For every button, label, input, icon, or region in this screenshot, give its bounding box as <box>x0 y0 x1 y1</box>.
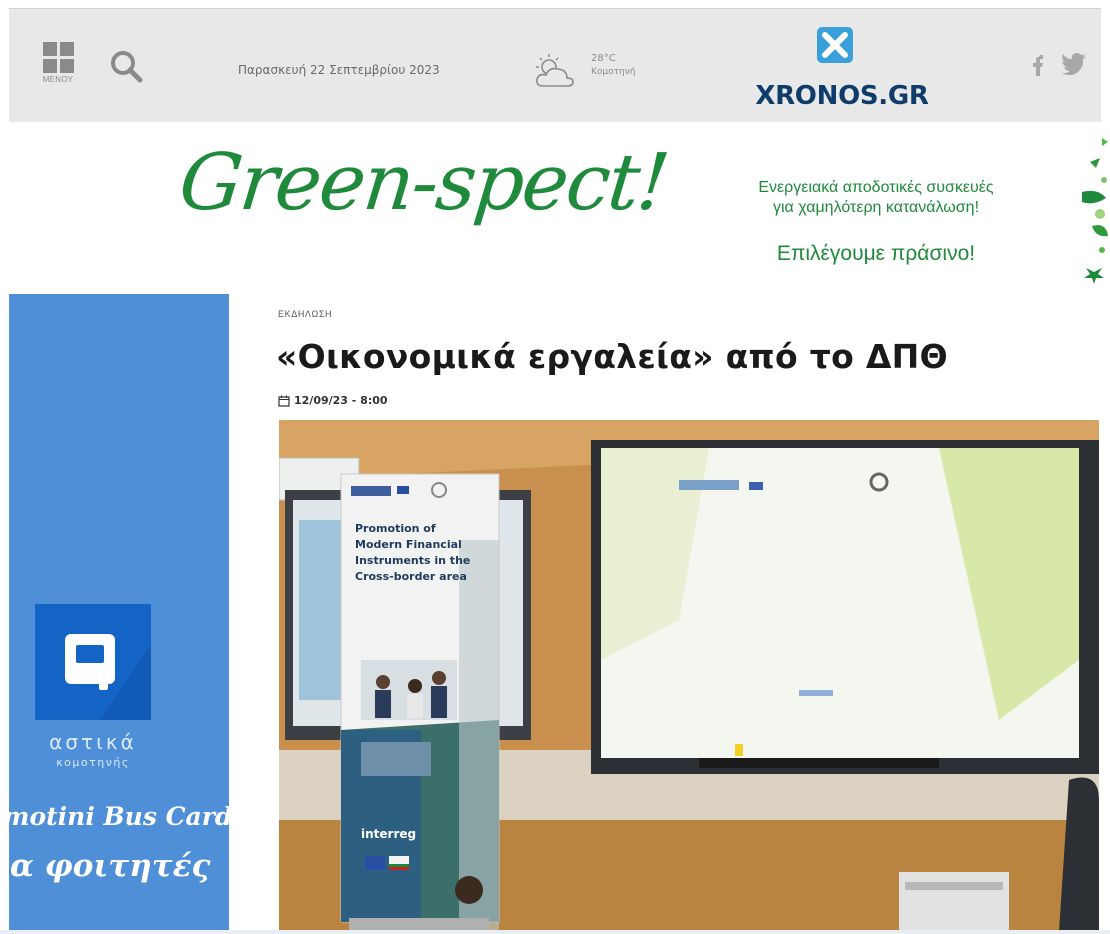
svg-text:Promotion of: Promotion of <box>355 522 436 535</box>
bus-card-ad[interactable]: αστικά κομοτηνής motini Bus Card ια φοιτ… <box>9 294 229 934</box>
banner-line-2: για χαμηλότερη κατανάλωση! <box>772 199 980 216</box>
leaf-decoration-icon <box>1080 132 1110 288</box>
weather-city: Κομοτηνή <box>591 67 636 77</box>
partly-cloudy-icon <box>531 53 585 91</box>
calendar-icon <box>278 395 290 407</box>
weather-temperature: 28°C <box>591 53 616 64</box>
article-category[interactable]: ΕΚΔΗΛΩΣΗ <box>278 309 332 319</box>
facebook-icon[interactable] <box>1029 53 1045 81</box>
article-date: 12/09/23 - 8:00 <box>294 394 388 407</box>
bus-card-subtitle: ια φοιτητές <box>9 848 211 884</box>
astika-brand: αστικά <box>49 730 137 754</box>
svg-text:interreg: interreg <box>361 827 416 841</box>
xronos-logo-icon[interactable] <box>817 27 853 63</box>
current-date: Παρασκευή 22 Σεπτεμβρίου 2023 <box>238 63 440 77</box>
menu-grid-icon <box>42 42 74 73</box>
banner-cta: Επιλέγουμε πράσινο! <box>776 242 976 265</box>
menu-label: ΜΕΝΟΥ <box>42 75 74 84</box>
twitter-icon[interactable] <box>1061 53 1087 79</box>
astika-logo-icon <box>35 604 151 720</box>
svg-text:Instruments in the: Instruments in the <box>355 554 470 567</box>
svg-text:Cross-border area: Cross-border area <box>355 570 467 583</box>
article-photo[interactable]: Promotion of Modern Financial Instrument… <box>279 420 1099 931</box>
banner-headline: Green-spect! <box>175 138 672 228</box>
page-divider <box>0 930 1110 934</box>
menu-button[interactable]: ΜΕΝΟΥ <box>38 42 78 84</box>
svg-text:Modern Financial: Modern Financial <box>355 538 462 551</box>
site-header: ΜΕΝΟΥ Παρασκευή 22 Σεπτεμβρίου 2023 28°C… <box>9 8 1101 122</box>
energy-banner-ad[interactable]: Green-spect! Ενεργειακά αποδοτικές συσκε… <box>150 128 1110 290</box>
site-logo-text[interactable]: XRONOS.GR <box>737 81 947 111</box>
article-title[interactable]: «Οικονομικά εργαλεία» από το ΔΠΘ <box>276 337 1106 376</box>
astika-brand-sub: κομοτηνής <box>56 756 130 769</box>
article-meta: 12/09/23 - 8:00 <box>278 394 388 407</box>
search-icon[interactable] <box>107 49 147 89</box>
banner-line-1: Ενεργειακά αποδοτικές συσκευές <box>758 179 994 196</box>
bus-card-title: motini Bus Card <box>9 802 229 831</box>
